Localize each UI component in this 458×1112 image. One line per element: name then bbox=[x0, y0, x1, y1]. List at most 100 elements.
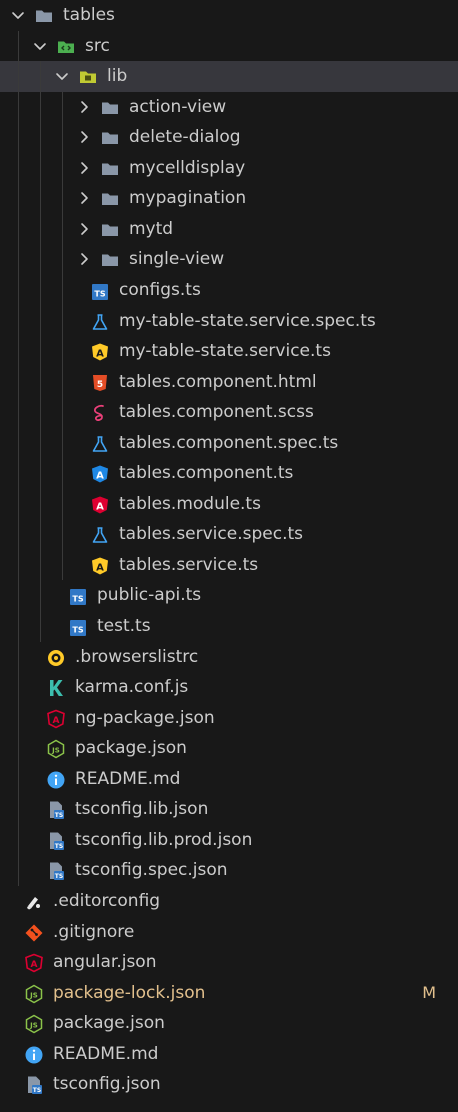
karma-icon bbox=[46, 678, 66, 698]
file-label: package.json bbox=[53, 1013, 165, 1034]
file-row[interactable]: .browserslistrc bbox=[0, 642, 458, 673]
folder-row[interactable]: mycelldisplay bbox=[0, 153, 458, 184]
file-row[interactable]: .editorconfig bbox=[0, 886, 458, 917]
file-row[interactable]: Amy-table-state.service.ts bbox=[0, 336, 458, 367]
file-label: tables.service.spec.ts bbox=[119, 524, 303, 545]
folder-row[interactable]: lib bbox=[0, 61, 458, 92]
file-row[interactable]: tables.component.spec.ts bbox=[0, 428, 458, 459]
file-label: tsconfig.json bbox=[53, 1074, 161, 1095]
git-icon bbox=[24, 923, 44, 943]
test-flask-icon bbox=[90, 312, 110, 332]
svg-text:A: A bbox=[53, 716, 60, 726]
svg-text:5: 5 bbox=[97, 380, 103, 390]
indent-guide bbox=[17, 30, 19, 886]
test-flask-icon bbox=[90, 525, 110, 545]
svg-text:A: A bbox=[96, 562, 104, 573]
tsconfig-icon: TS bbox=[46, 800, 66, 820]
file-row[interactable]: Aangular.json bbox=[0, 947, 458, 978]
folder-row[interactable]: tables bbox=[0, 0, 458, 31]
folder-icon bbox=[100, 189, 120, 209]
typescript-icon: TS bbox=[68, 617, 88, 637]
folder-src-icon bbox=[56, 37, 76, 57]
tsconfig-icon: TS bbox=[46, 831, 66, 851]
folder-lib-icon bbox=[78, 67, 98, 87]
file-row[interactable]: Atables.module.ts bbox=[0, 489, 458, 520]
svg-text:A: A bbox=[31, 960, 38, 970]
file-row[interactable]: JS package.json bbox=[0, 733, 458, 764]
file-row[interactable]: README.md bbox=[0, 764, 458, 795]
folder-row[interactable]: mypagination bbox=[0, 183, 458, 214]
folder-icon bbox=[100, 220, 120, 240]
folder-row[interactable]: src bbox=[0, 31, 458, 62]
info-icon bbox=[24, 1045, 44, 1065]
file-label: tsconfig.lib.prod.json bbox=[75, 829, 253, 850]
file-label: my-table-state.service.ts bbox=[119, 341, 331, 362]
file-row[interactable]: JS package.json bbox=[0, 1008, 458, 1039]
folder-icon bbox=[100, 159, 120, 179]
chevron-down-icon[interactable] bbox=[54, 68, 70, 84]
chevron-right-icon[interactable] bbox=[76, 160, 92, 176]
test-flask-icon bbox=[90, 434, 110, 454]
file-label: public-api.ts bbox=[97, 585, 202, 606]
file-explorer-tree: tables src lib action-view delete-dialog myce… bbox=[0, 0, 458, 1112]
file-row[interactable]: tables.service.spec.ts bbox=[0, 519, 458, 550]
file-label: .gitignore bbox=[53, 921, 135, 942]
file-row[interactable]: Ang-package.json bbox=[0, 703, 458, 734]
svg-text:TS: TS bbox=[55, 843, 63, 850]
file-row[interactable]: TS tsconfig.lib.json bbox=[0, 794, 458, 825]
file-row[interactable]: tables.component.scss bbox=[0, 397, 458, 428]
chevron-right-icon[interactable] bbox=[76, 251, 92, 267]
file-label: README.md bbox=[75, 768, 181, 789]
folder-row[interactable]: action-view bbox=[0, 92, 458, 123]
folder-label: mytd bbox=[129, 218, 174, 239]
file-row[interactable]: TS test.ts bbox=[0, 611, 458, 642]
file-row[interactable]: TS tsconfig.lib.prod.json bbox=[0, 825, 458, 856]
chevron-right-icon[interactable] bbox=[76, 190, 92, 206]
folder-label: action-view bbox=[129, 96, 227, 117]
file-label: package.json bbox=[75, 738, 187, 759]
file-row[interactable]: Atables.service.ts bbox=[0, 550, 458, 581]
chevron-down-icon[interactable] bbox=[10, 7, 26, 23]
folder-icon bbox=[100, 250, 120, 270]
svg-text:TS: TS bbox=[33, 1087, 41, 1094]
nodejs-icon: JS bbox=[24, 984, 44, 1004]
file-label: test.ts bbox=[97, 616, 151, 636]
folder-row[interactable]: single-view bbox=[0, 244, 458, 275]
indent-guide bbox=[61, 91, 63, 581]
git-modified-badge: M bbox=[422, 982, 436, 1002]
file-row[interactable]: TS tsconfig.spec.json bbox=[0, 855, 458, 886]
file-row[interactable]: 5 tables.component.html bbox=[0, 367, 458, 398]
file-row[interactable]: Atables.component.ts bbox=[0, 458, 458, 489]
file-row[interactable]: TS tsconfig.json bbox=[0, 1069, 458, 1100]
file-row[interactable]: TS public-api.ts bbox=[0, 580, 458, 611]
file-row[interactable]: TS configs.ts bbox=[0, 275, 458, 306]
folder-icon bbox=[100, 128, 120, 148]
editorconfig-icon bbox=[24, 892, 44, 912]
folder-row[interactable]: mytd bbox=[0, 214, 458, 245]
browserslist-icon bbox=[46, 648, 66, 668]
file-row[interactable]: JS package-lock.json M bbox=[0, 978, 458, 1009]
folder-label: tables bbox=[63, 5, 115, 25]
folder-label: mypagination bbox=[129, 188, 247, 209]
angular-icon: A bbox=[24, 953, 44, 973]
chevron-right-icon[interactable] bbox=[76, 221, 92, 237]
svg-text:A: A bbox=[96, 501, 104, 512]
chevron-right-icon[interactable] bbox=[76, 129, 92, 145]
file-row[interactable]: my-table-state.service.spec.ts bbox=[0, 306, 458, 337]
file-row[interactable]: README.md bbox=[0, 1039, 458, 1070]
nodejs-icon: JS bbox=[46, 739, 66, 759]
typescript-icon: TS bbox=[90, 281, 110, 301]
file-label: karma.conf.js bbox=[75, 677, 189, 698]
chevron-down-icon[interactable] bbox=[32, 38, 48, 54]
file-row[interactable]: karma.conf.js bbox=[0, 672, 458, 703]
tsconfig-icon: TS bbox=[46, 861, 66, 881]
angular-service-icon: A bbox=[90, 342, 110, 362]
chevron-right-icon[interactable] bbox=[76, 99, 92, 115]
sass-icon bbox=[90, 403, 110, 423]
file-label: tables.component.spec.ts bbox=[119, 432, 339, 453]
folder-row[interactable]: delete-dialog bbox=[0, 122, 458, 153]
file-label: tables.component.ts bbox=[119, 463, 294, 484]
file-row[interactable]: .gitignore bbox=[0, 917, 458, 948]
file-label: angular.json bbox=[53, 952, 157, 973]
svg-text:A: A bbox=[96, 349, 104, 360]
